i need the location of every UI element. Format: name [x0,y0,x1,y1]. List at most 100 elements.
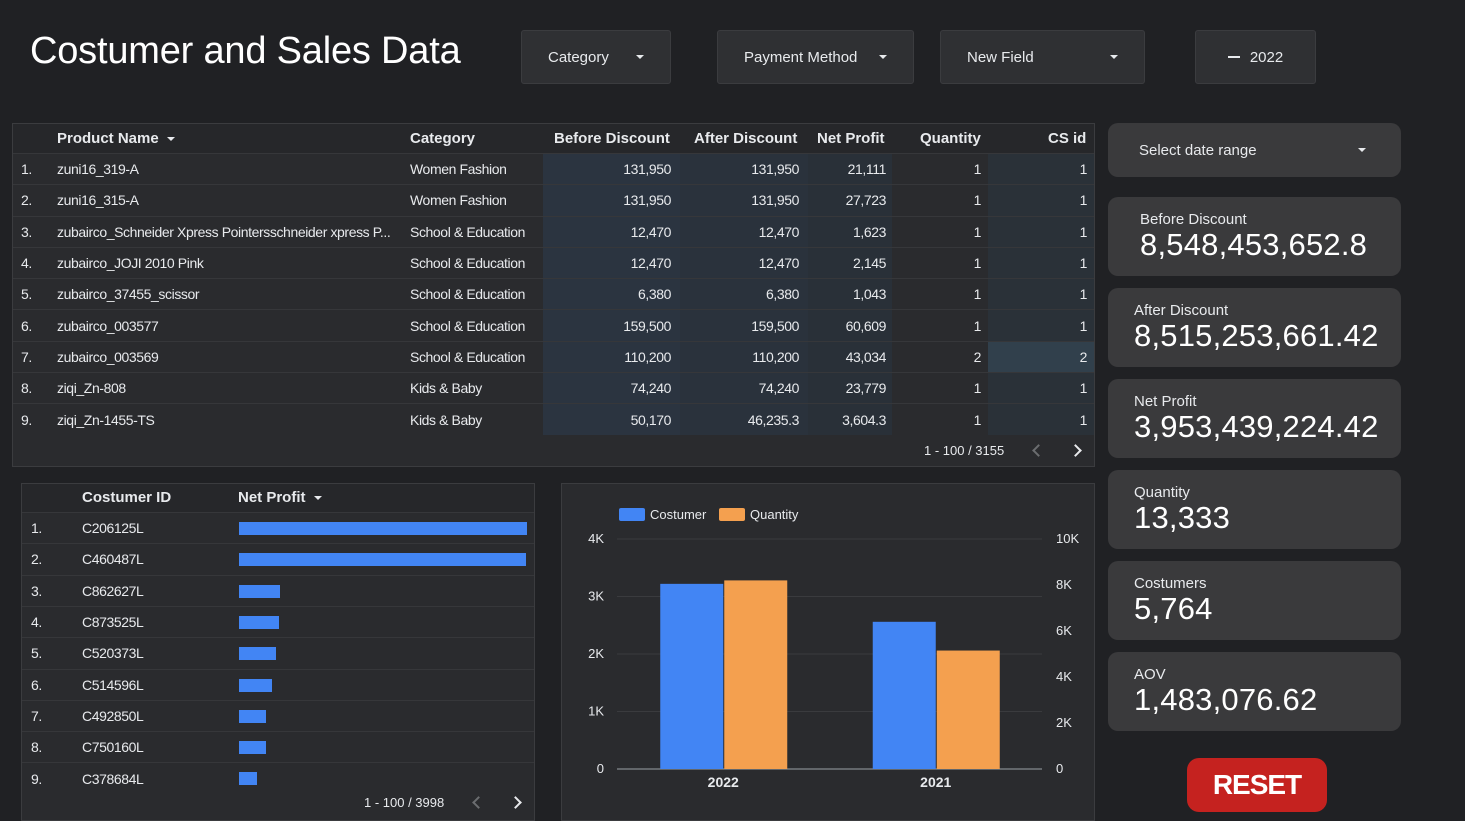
table-cell: School & Education [410,286,525,303]
column-header-category[interactable]: Category [410,130,475,147]
table-cell: 2,145 [852,255,886,272]
bar-costumer-2021 [872,621,936,769]
table-cell: 131,950 [623,161,671,178]
table-cell: 110,200 [752,348,799,365]
y-right-tick-label: 2K [1056,715,1072,730]
table-cell: School & Education [410,255,525,272]
column-header-before-discount[interactable]: Before Discount [554,130,670,147]
column-header-product-name[interactable]: Product Name [57,130,175,147]
table-row[interactable]: 3. C862627L [22,574,534,606]
table-row[interactable]: 5. zubairco_37455_scissor School & Educati… [13,278,1094,310]
table-cell: 1,043 [852,286,886,303]
new-field-filter[interactable]: New Field [940,30,1145,84]
kpi-value: 8,515,253,661.42 [1134,318,1379,353]
table-cell: 9. [21,411,32,428]
table-row[interactable]: 7. C492850L [22,699,534,731]
chevron-right-icon[interactable] [509,796,523,809]
minus-icon [1227,56,1240,58]
kpi-value: 3,953,439,224.42 [1134,409,1379,444]
legend-label: Costumer [650,507,707,522]
table-row[interactable]: 9. ziqi_Zn-1455-TS Kids & Baby 50,170 46,235… [13,403,1094,435]
table-cell: 12,470 [758,255,799,272]
column-header-costumer-id[interactable]: Costumer ID [82,489,171,506]
table-row[interactable]: 8. C750160L [22,731,534,762]
kpi-label: Net Profit [1134,393,1197,410]
chevron-left-icon[interactable] [1032,444,1046,457]
table-row[interactable]: 2. C460487L [22,543,534,574]
table-cell: 2. [21,192,32,209]
table-cell: 2 [1079,348,1087,365]
column-header-quantity[interactable]: Quantity [920,130,981,147]
chevron-right-icon[interactable] [1069,444,1083,457]
y-right-tick-label: 8K [1056,577,1072,592]
table-cell: 1 [1079,255,1087,272]
table-row[interactable]: 7. zubairco_003569 School & Education 110,2… [13,340,1094,373]
table-cell: 43,034 [845,348,886,365]
table-row[interactable]: 4. zubairco_JOJI 2010 Pink School & Educat… [13,246,1094,279]
chevron-down-icon [1110,55,1118,59]
table-cell: Women Fashion [410,192,507,209]
table-row[interactable]: 6. C514596L [22,668,534,700]
net-profit-bar [239,772,257,786]
table-row[interactable]: 1. zuni16_319-A Women Fashion 131,950 131,95… [13,153,1094,185]
date-range-picker[interactable]: Select date range [1108,123,1401,177]
row-number: 3. [31,582,42,599]
costumer-id-cell: C862627L [82,582,144,599]
table-cell: 131,950 [751,161,799,178]
table-row[interactable]: 2. zuni16_315-A Women Fashion 131,950 131,95… [13,184,1094,216]
kpi-label: After Discount [1134,302,1229,319]
table-cell: 8. [21,380,32,397]
table-cell: 1 [1079,161,1087,178]
table-row[interactable]: 1. C206125L [22,512,534,543]
table-cell: 1 [973,286,981,303]
table-cell: 6. [21,317,32,334]
table-cell: 12,470 [630,255,671,272]
table-pager: 1 - 100 / 3155 [924,443,1083,458]
column-header-net-profit[interactable]: Net Profit [238,489,322,506]
table-cell: 5. [21,286,32,303]
row-number: 2. [31,551,42,568]
year-filter-label: 2022 [1249,48,1284,66]
table-cell: zuni16_315-A [57,192,139,209]
column-header-net-profit[interactable]: Net Profit [817,130,885,147]
table-row[interactable]: 3. zubairco_Schneider Xpress Pointersschn… [13,215,1094,247]
table-cell: ziqi_Zn-1455-TS [57,411,155,428]
category-filter[interactable]: Category [521,30,671,84]
row-number: 9. [31,770,42,787]
table-row[interactable]: 6. zubairco_003577 School & Education 159,5… [13,309,1094,341]
table-row[interactable]: 5. C520373L [22,637,534,668]
table-cell: 46,235.3 [747,411,799,428]
row-number: 4. [31,614,42,631]
column-header-after-discount[interactable]: After Discount [694,130,797,147]
column-header-cs-id[interactable]: CS id [1048,130,1086,147]
table-cell: 1 [973,380,981,397]
payment-method-filter[interactable]: Payment Method [717,30,914,84]
table-cell: 2 [973,348,981,365]
table-cell: 23,779 [845,380,886,397]
page-title: Costumer and Sales Data [30,30,461,72]
bar-quantity-2021 [936,650,1000,769]
y-left-tick-label: 2K [588,646,604,661]
net-profit-bar [239,584,280,598]
year-filter[interactable]: 2022 [1195,30,1316,84]
chevron-down-icon [879,55,887,59]
table-row[interactable]: 4. C873525L [22,605,534,637]
table-cell: 74,240 [758,380,799,397]
table-cell: 4. [21,255,32,272]
legend-swatch [719,508,745,521]
reset-button[interactable]: RESET [1187,758,1327,812]
table-cell: 1 [1079,286,1087,303]
chevron-down-icon [1358,148,1366,152]
kpi-label: Quantity [1134,484,1190,501]
date-range-label: Select date range [1139,141,1257,159]
row-number: 6. [31,676,42,693]
table-row[interactable]: 8. ziqi_Zn-808 Kids & Baby 74,240 74,240 23,7… [13,372,1094,404]
table-cell: 21,111 [847,161,886,178]
table-row[interactable]: 9. C378684L [22,762,534,793]
table-cell: 1 [973,317,981,334]
table-cell: School & Education [410,348,525,365]
chevron-left-icon[interactable] [472,796,486,809]
kpi-value: 8,548,453,652.8 [1140,227,1368,262]
pager-text: 1 - 100 / 3155 [924,443,1005,458]
y-right-tick-label: 6K [1056,623,1072,638]
